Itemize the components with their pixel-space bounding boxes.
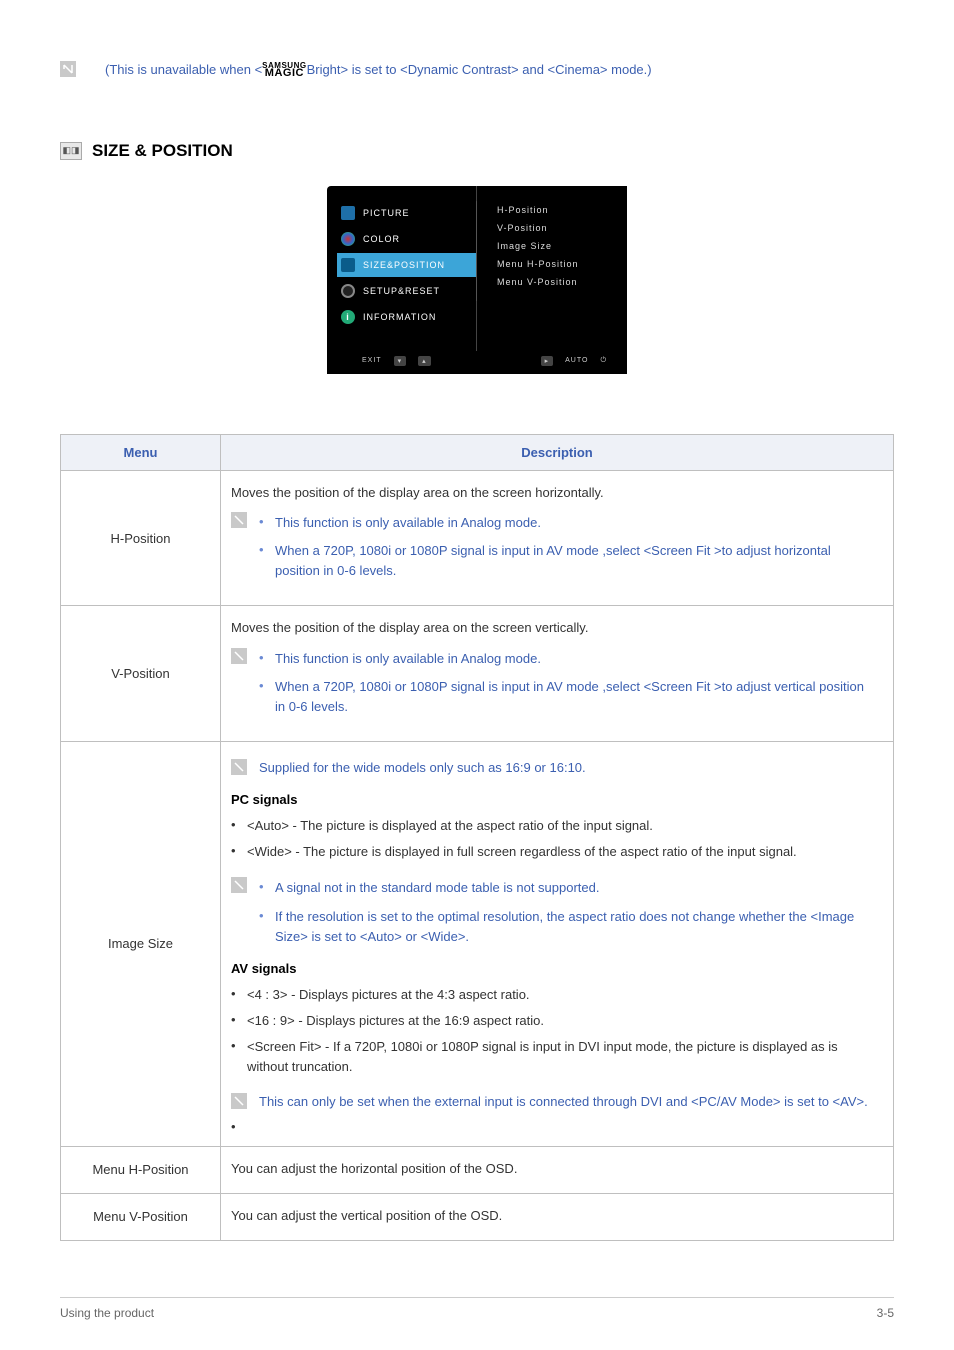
osd-right-vposition: V-Position <box>497 219 627 237</box>
osd-up-icon: ▴ <box>418 356 431 366</box>
hposition-label: H-Position <box>61 470 221 606</box>
note-prefix: (This is unavailable when < <box>105 62 262 77</box>
vposition-desc: Moves the position of the display area o… <box>221 606 894 742</box>
osd-item-sizeposition: SIZE&POSITION <box>337 253 476 277</box>
empty-bullet <box>231 1116 877 1122</box>
vposition-note-2: When a 720P, 1080i or 1080P signal is in… <box>259 675 877 723</box>
hposition-note-2: When a 720P, 1080i or 1080P signal is in… <box>259 539 877 587</box>
table-row-imagesize: Image Size Supplied for the wide models … <box>61 741 894 1146</box>
table-row-menuh: Menu H-Position You can adjust the horiz… <box>61 1146 894 1193</box>
vposition-note-1: This function is only available in Analo… <box>259 647 877 675</box>
osd-enter-icon: ▸ <box>541 356 554 366</box>
page-footer: Using the product 3-5 <box>60 1297 894 1320</box>
footer-right: 3-5 <box>877 1306 894 1320</box>
note-suffix: Bright> is set to <Dynamic Contrast> and… <box>307 62 652 77</box>
note-icon <box>231 877 247 893</box>
table-header-menu: Menu <box>61 434 221 470</box>
av-bullet-43: <4 : 3> - Displays pictures at the 4:3 a… <box>231 983 877 1009</box>
osd-right-menuv: Menu V-Position <box>497 273 627 291</box>
osd-power-icon: ⏻ <box>600 357 607 365</box>
vposition-label: V-Position <box>61 606 221 742</box>
menuh-desc: You can adjust the horizontal position o… <box>221 1146 894 1193</box>
osd-exit-label: EXIT <box>362 357 382 364</box>
pc-note-1: A signal not in the standard mode table … <box>259 876 877 904</box>
osd-auto-label: AUTO <box>565 357 588 364</box>
osd-menu-screenshot: PICTURE COLOR SIZE&POSITION SETUP&RESET … <box>327 186 627 374</box>
table-row-vposition: V-Position Moves the position of the dis… <box>61 606 894 742</box>
osd-bottom-bar: EXIT ▾ ▴ ▸ AUTO ⏻ <box>327 351 627 374</box>
table-row-menuv: Menu V-Position You can adjust the verti… <box>61 1193 894 1240</box>
note-icon <box>231 1093 247 1109</box>
note-icon <box>231 648 247 664</box>
hposition-intro: Moves the position of the display area o… <box>231 483 877 503</box>
samsung-magic-logo: SAMSUNGMAGIC <box>262 62 306 79</box>
osd-left-panel: PICTURE COLOR SIZE&POSITION SETUP&RESET … <box>327 186 477 351</box>
osd-right-imagesize: Image Size <box>497 237 627 255</box>
hposition-desc: Moves the position of the display area o… <box>221 470 894 606</box>
size-position-icon: ◧◨ <box>60 142 82 160</box>
pc-signals-heading: PC signals <box>231 790 877 810</box>
osd-right-hposition: H-Position <box>497 201 627 219</box>
note-icon <box>231 759 247 775</box>
top-unavailability-note: (This is unavailable when <SAMSUNGMAGICB… <box>105 60 894 81</box>
menuh-label: Menu H-Position <box>61 1146 221 1193</box>
vposition-intro: Moves the position of the display area o… <box>231 618 877 638</box>
osd-right-panel: H-Position V-Position Image Size Menu H-… <box>477 186 627 351</box>
osd-down-icon: ▾ <box>394 356 407 366</box>
pc-note-2: If the resolution is set to the optimal … <box>259 905 877 953</box>
menuv-desc: You can adjust the vertical position of … <box>221 1193 894 1240</box>
menuv-label: Menu V-Position <box>61 1193 221 1240</box>
section-title: SIZE & POSITION <box>92 141 233 161</box>
osd-right-menuh: Menu H-Position <box>497 255 627 273</box>
table-header-description: Description <box>221 434 894 470</box>
osd-item-picture: PICTURE <box>337 201 476 225</box>
hposition-note-1: This function is only available in Analo… <box>259 511 877 539</box>
pc-bullet-auto: <Auto> - The picture is displayed at the… <box>231 814 877 840</box>
osd-item-setupreset: SETUP&RESET <box>337 279 476 303</box>
footer-left: Using the product <box>60 1306 154 1320</box>
av-bullet-169: <16 : 9> - Displays pictures at the 16:9… <box>231 1009 877 1035</box>
section-heading: ◧◨ SIZE & POSITION <box>60 141 894 161</box>
av-note: This can only be set when the external i… <box>259 1092 868 1112</box>
note-icon <box>60 61 76 77</box>
imagesize-desc: Supplied for the wide models only such a… <box>221 741 894 1146</box>
av-bullet-screenfit: <Screen Fit> - If a 720P, 1080i or 1080P… <box>231 1035 877 1081</box>
table-row-hposition: H-Position Moves the position of the dis… <box>61 470 894 606</box>
note-icon <box>231 512 247 528</box>
imagesize-topnote: Supplied for the wide models only such a… <box>259 758 586 778</box>
pc-bullet-wide: <Wide> - The picture is displayed in ful… <box>231 840 877 866</box>
osd-item-information: iINFORMATION <box>337 305 476 329</box>
av-signals-heading: AV signals <box>231 959 877 979</box>
imagesize-label: Image Size <box>61 741 221 1146</box>
spec-table: Menu Description H-Position Moves the po… <box>60 434 894 1241</box>
osd-item-color: COLOR <box>337 227 476 251</box>
